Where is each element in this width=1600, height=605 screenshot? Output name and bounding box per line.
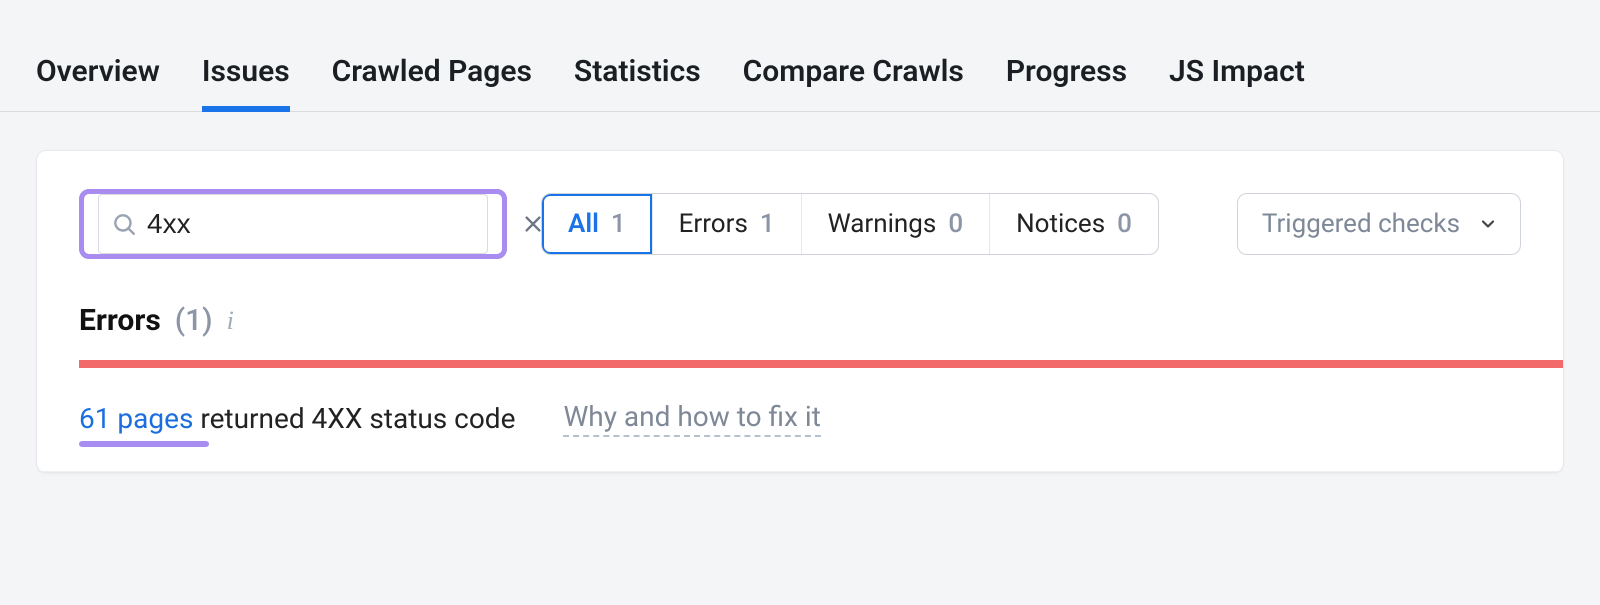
issue-rest-text: returned 4XX status code (193, 402, 515, 435)
filter-segmented: All 1 Errors 1 Warnings 0 Notices 0 (541, 193, 1159, 255)
card-toolbar: All 1 Errors 1 Warnings 0 Notices 0 Trig… (37, 151, 1563, 293)
tab-crawled-pages[interactable]: Crawled Pages (332, 54, 532, 111)
section-count: (1) (175, 303, 213, 338)
filter-label: Warnings (828, 209, 937, 239)
tab-js-impact[interactable]: JS Impact (1169, 54, 1305, 111)
error-divider (79, 360, 1563, 368)
search-icon (111, 211, 137, 237)
filter-label: Notices (1016, 209, 1105, 239)
info-icon[interactable]: i (227, 306, 234, 336)
filter-all[interactable]: All 1 (542, 194, 653, 254)
dropdown-label: Triggered checks (1262, 209, 1460, 239)
tab-issues[interactable]: Issues (202, 54, 290, 111)
tab-overview[interactable]: Overview (36, 54, 160, 111)
filter-warnings[interactable]: Warnings 0 (802, 194, 990, 254)
chevron-down-icon (1478, 214, 1498, 234)
filter-errors[interactable]: Errors 1 (653, 194, 802, 254)
filter-count: 1 (611, 209, 626, 239)
top-tabs: Overview Issues Crawled Pages Statistics… (0, 0, 1600, 112)
why-and-how-link[interactable]: Why and how to fix it (563, 400, 820, 437)
filter-count: 0 (948, 209, 963, 239)
filter-count: 1 (760, 209, 775, 239)
filter-label: Errors (679, 209, 748, 239)
tab-statistics[interactable]: Statistics (574, 54, 701, 111)
issue-description: 61 pages returned 4XX status code (79, 402, 515, 435)
filter-count: 0 (1117, 209, 1132, 239)
tab-compare-crawls[interactable]: Compare Crawls (743, 54, 964, 111)
section-title: Errors (79, 303, 161, 338)
filter-label: All (568, 209, 599, 239)
tab-progress[interactable]: Progress (1006, 54, 1127, 111)
errors-section-header: Errors (1) i (37, 293, 1563, 360)
search-box (79, 189, 507, 259)
issues-card: All 1 Errors 1 Warnings 0 Notices 0 Trig… (36, 150, 1564, 473)
issue-row: 61 pages returned 4XX status code Why an… (37, 368, 1563, 472)
issue-pages-link[interactable]: 61 pages (79, 402, 193, 435)
triggered-checks-dropdown[interactable]: Triggered checks (1237, 193, 1521, 255)
filter-notices[interactable]: Notices 0 (990, 194, 1158, 254)
search-input[interactable] (137, 208, 518, 240)
